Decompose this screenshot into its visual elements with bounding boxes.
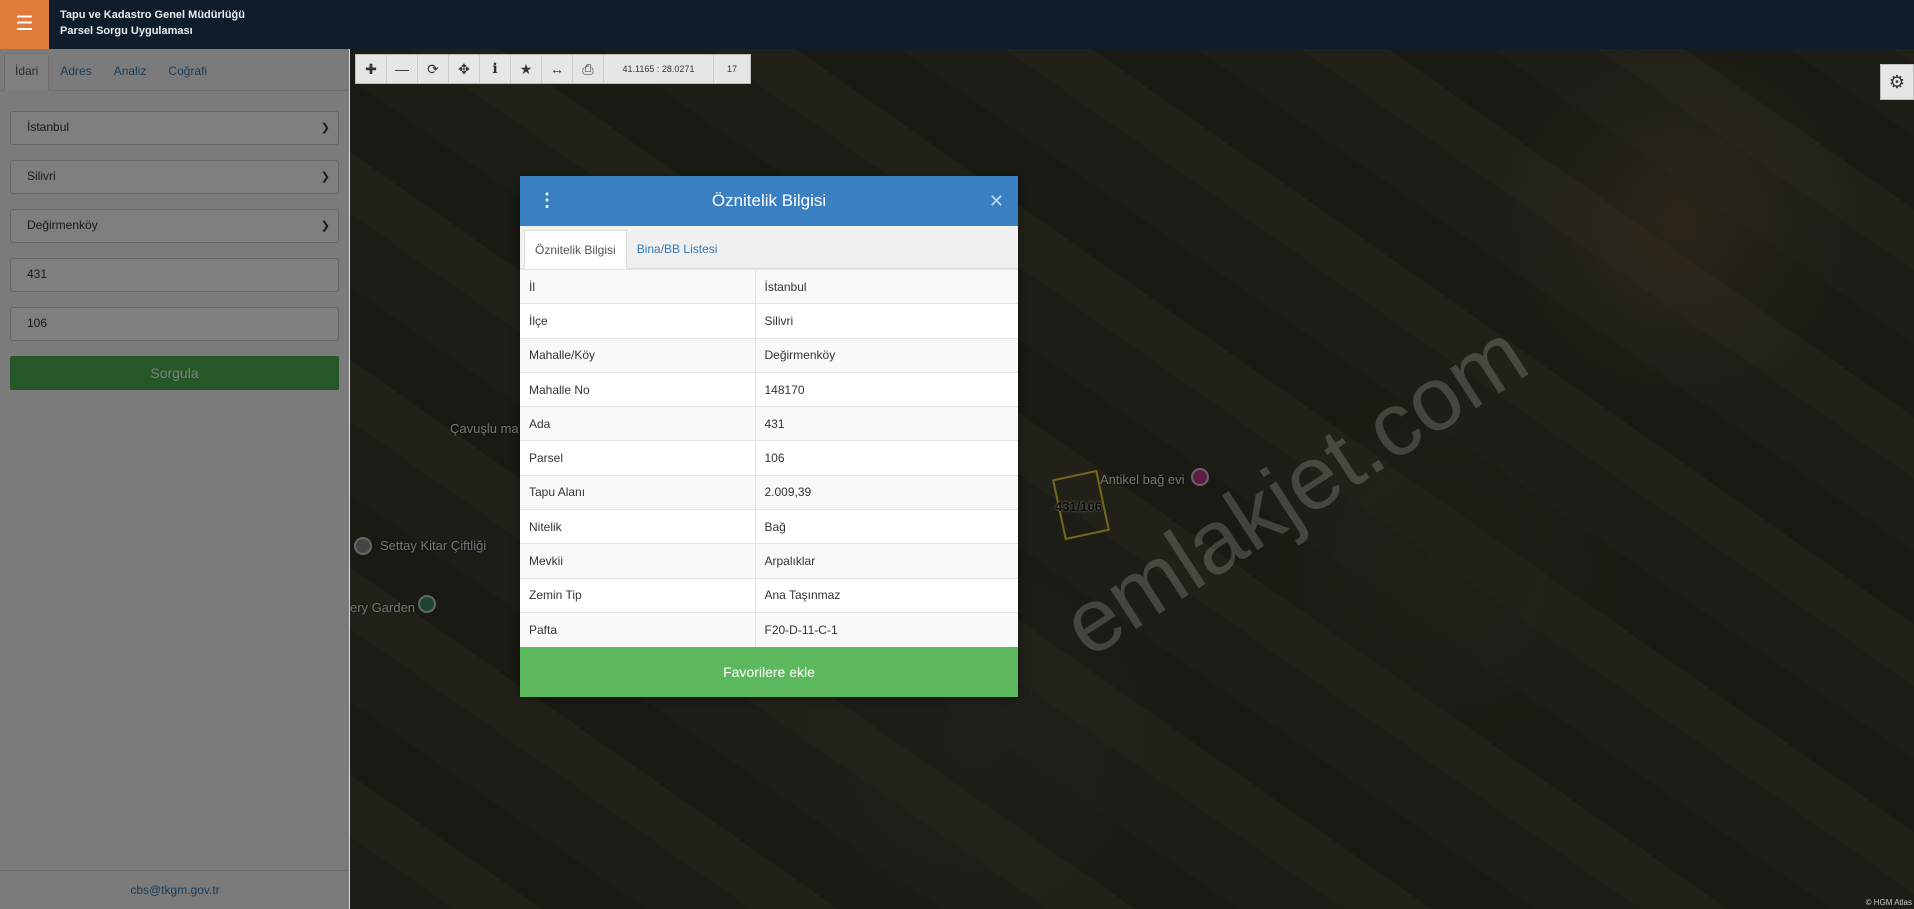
zoom-level-readout: 17: [726, 64, 737, 74]
modal-backdrop-sidebar: [0, 49, 349, 909]
table-row: İl İstanbul: [520, 268, 1018, 304]
minus-icon: —: [395, 61, 409, 77]
tab-oznitelik-bilgisi[interactable]: Öznitelik Bilgisi: [524, 230, 627, 269]
info-icon: i: [492, 61, 498, 77]
close-icon[interactable]: ✕: [989, 191, 1004, 211]
attr-key: Mahalle No: [520, 371, 756, 407]
map-attribution: © HGM Atlas: [1865, 898, 1912, 907]
plus-icon: ✚: [365, 60, 377, 77]
app-header: ☰ Tapu ve Kadastro Genel Müdürlüğü Parse…: [0, 0, 1914, 49]
more-vertical-icon[interactable]: ⋮: [538, 190, 556, 210]
attr-value: Bağ: [755, 509, 1018, 544]
modal-title: Öznitelik Bilgisi: [711, 191, 827, 210]
refresh-icon: ⟳: [427, 60, 439, 77]
brand-line-2: Parsel Sorgu Uygulaması: [60, 25, 193, 37]
table-row: Mahalle No 148170: [520, 371, 1018, 407]
table-row: Parsel 106: [520, 440, 1018, 476]
app-brand: Tapu ve Kadastro Genel Müdürlüğü Parsel …: [60, 7, 245, 39]
attr-value: 148170: [755, 371, 1018, 407]
info-button[interactable]: i: [480, 55, 511, 83]
refresh-button[interactable]: ⟳: [418, 55, 449, 83]
attr-value: Arpalıklar: [755, 543, 1018, 579]
add-to-favorites-button[interactable]: Favorilere ekle: [520, 646, 1018, 697]
table-row: Nitelik Bağ: [520, 509, 1018, 544]
measure-icon: ↔: [550, 61, 564, 77]
attribute-table: İl İstanbul İlçe Silivri Mahalle/Köy Değirm…: [520, 268, 1018, 647]
attr-key: Nitelik: [520, 509, 756, 544]
star-icon: ★: [519, 60, 533, 77]
coordinate-readout: 41.1165 : 28.0271: [604, 55, 714, 83]
print-icon: ⎙: [582, 60, 594, 77]
attribute-info-modal: ⋮ Öznitelik Bilgisi ✕ Öznitelik Bilgisi …: [520, 176, 1018, 697]
attr-value: 106: [755, 440, 1018, 476]
table-row: Mevkii Arpalıklar: [520, 543, 1018, 579]
attr-key: Parsel: [520, 440, 756, 476]
zoom-out-button[interactable]: —: [387, 55, 418, 83]
measure-button[interactable]: ↔: [542, 55, 573, 83]
attr-value: 2.009,39: [755, 474, 1018, 510]
attr-value: İstanbul: [755, 268, 1018, 304]
table-row: Zemin Tip Ana Taşınmaz: [520, 577, 1018, 613]
settings-button[interactable]: ⚙: [1880, 64, 1914, 100]
crosshair-icon: ✥: [458, 60, 470, 77]
attr-value: Silivri: [755, 303, 1018, 339]
attr-value: 431: [755, 406, 1018, 441]
modal-tabs: Öznitelik Bilgisi Bina/BB Listesi: [520, 226, 1018, 269]
hamburger-menu-button[interactable]: ☰: [0, 0, 49, 49]
attr-key: Pafta: [520, 611, 756, 647]
attr-key: Tapu Alanı: [520, 474, 756, 510]
attr-key: İlçe: [520, 303, 756, 339]
sidebar: İdari Adres Analiz Coğrafi İstanbul ❯ Si…: [0, 49, 350, 909]
map-toolbar: ✚ — ⟳ ✥ i ★ ↔ ⎙ 41.1165 : 28.0271 17: [355, 54, 751, 84]
brand-line-1: Tapu ve Kadastro Genel Müdürlüğü: [60, 9, 245, 21]
attr-key: Zemin Tip: [520, 577, 756, 613]
attr-key: İl: [520, 268, 756, 304]
table-row: Pafta F20-D-11-C-1: [520, 611, 1018, 647]
modal-header: ⋮ Öznitelik Bilgisi ✕: [520, 176, 1018, 226]
attr-value: Ana Taşınmaz: [755, 577, 1018, 613]
attr-value: F20-D-11-C-1: [755, 611, 1018, 647]
gear-icon: ⚙: [1888, 71, 1906, 92]
table-row: Mahalle/Köy Değirmenköy: [520, 337, 1018, 373]
print-button[interactable]: ⎙: [573, 55, 604, 83]
favorite-button[interactable]: ★: [511, 55, 542, 83]
table-row: İlçe Silivri: [520, 303, 1018, 339]
attr-key: Ada: [520, 406, 756, 441]
table-row: Tapu Alanı 2.009,39: [520, 474, 1018, 510]
table-row: Ada 431: [520, 406, 1018, 441]
zoom-in-button[interactable]: ✚: [356, 55, 387, 83]
hamburger-icon: ☰: [15, 13, 34, 35]
attr-key: Mevkii: [520, 543, 756, 579]
tab-bina-bb-listesi[interactable]: Bina/BB Listesi: [627, 230, 728, 268]
attr-key: Mahalle/Köy: [520, 337, 756, 373]
locate-button[interactable]: ✥: [449, 55, 480, 83]
attr-value: Değirmenköy: [755, 337, 1018, 373]
